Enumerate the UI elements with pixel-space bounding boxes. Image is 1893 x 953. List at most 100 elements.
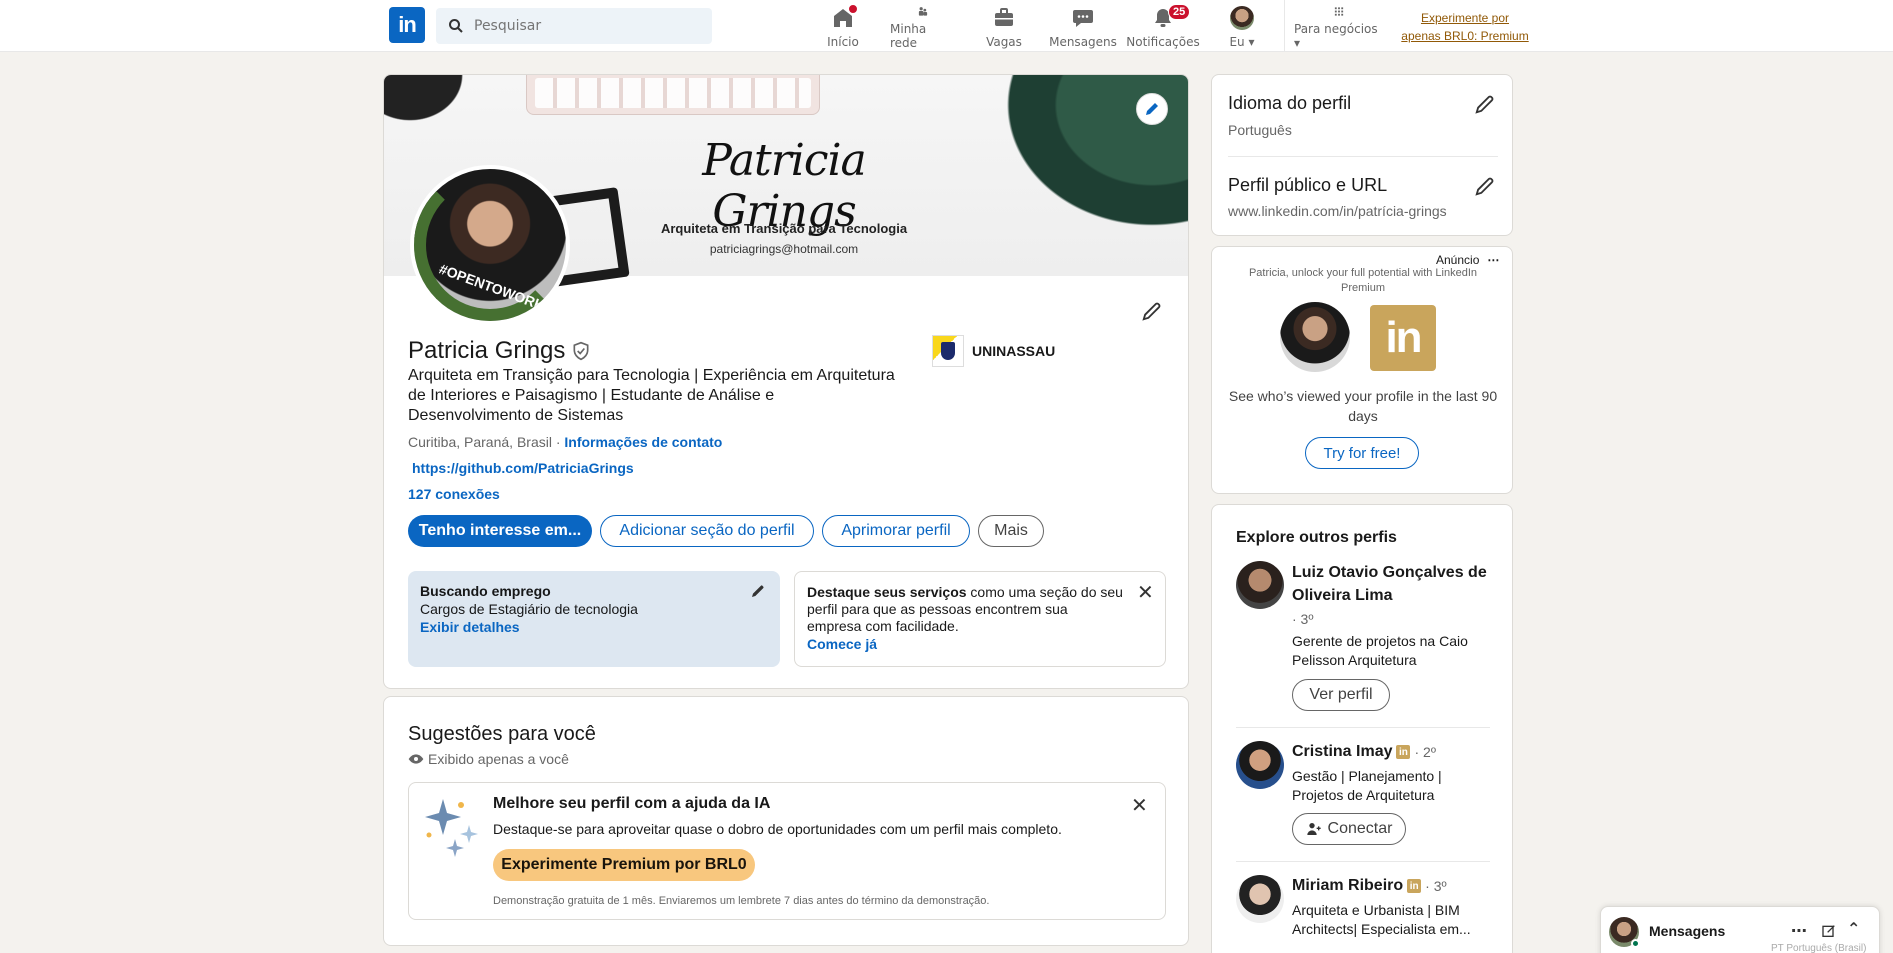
nav-messaging[interactable]: Mensagens (1049, 4, 1117, 50)
connect-button[interactable]: Conectar (1292, 813, 1406, 845)
location-text: Curitiba, Paraná, Brasil · (408, 434, 561, 450)
more-button[interactable]: Mais (978, 515, 1044, 547)
add-person-icon (1306, 823, 1321, 835)
divider (1236, 861, 1490, 862)
nav-my-network-label: Minha rede (890, 22, 927, 50)
pencil-icon (1146, 103, 1158, 115)
ai-note: Demonstração gratuita de 1 mês. Enviarem… (493, 895, 990, 907)
ad-label-row: Anúncio ⋯ (1436, 253, 1499, 267)
person-title: Arquiteta e Urbanista | BIM Architects| … (1292, 902, 1471, 937)
suggestions-card: Sugestões para você Exibido apenas a voc… (383, 696, 1189, 946)
premium-line-2: apenas BRL0: Premium (1401, 29, 1529, 43)
linkedin-logo-icon[interactable]: in (389, 7, 425, 43)
ai-suggestion-card: Melhore seu perfil com a ajuda da IA Des… (408, 782, 1166, 920)
nav-my-network[interactable]: Minha rede (890, 4, 956, 50)
ad-line: Patricia, unlock your full potential wit… (1248, 267, 1478, 294)
open-to-work-card[interactable]: Buscando emprego Cargos de Estagiário de… (408, 571, 780, 667)
profile-settings-card: Idioma do perfil Português Perfil públic… (1211, 74, 1513, 236)
linkedin-premium-logo-icon: in (1370, 305, 1436, 371)
messaging-dock[interactable]: Mensagens ⋯ ⌃ PT Português (Brasil) (1600, 906, 1880, 953)
nav-me[interactable]: Eu ▾ (1222, 4, 1262, 50)
try-for-free-button[interactable]: Try for free! (1305, 437, 1419, 469)
compose-icon[interactable] (1821, 923, 1837, 939)
connections-link[interactable]: 127 conexões (408, 486, 500, 502)
sparkle-icon (425, 799, 478, 857)
chevron-up-icon[interactable]: ⌃ (1847, 919, 1860, 938)
chat-icon (1073, 10, 1093, 27)
nav-for-business-label: Para negócios ▾ (1294, 22, 1378, 50)
person-avatar[interactable] (1236, 875, 1284, 923)
cover-subtitle: Arquiteta em Transição para Tecnologia (660, 221, 908, 236)
language-footer: PT Português (Brasil) (1771, 943, 1867, 953)
person-avatar[interactable] (1236, 561, 1284, 609)
person-name-row: Miriam Ribeiro in · 3º (1292, 877, 1447, 895)
premium-badge-icon: in (1407, 879, 1422, 893)
person-name[interactable]: Cristina Imay (1292, 743, 1392, 761)
search-bar[interactable] (436, 8, 712, 44)
ai-text: Destaque-se para aproveitar quase o dobr… (493, 821, 1062, 837)
eye-icon (408, 754, 424, 764)
person-name[interactable]: Miriam Ribeiro (1292, 877, 1403, 895)
school-link[interactable]: UNINASSAU (932, 335, 1055, 367)
nav-messaging-label: Mensagens (1049, 35, 1117, 49)
person-degree: · 3º (1292, 611, 1314, 627)
edit-intro-button[interactable] (1136, 295, 1168, 327)
close-icon[interactable]: ✕ (1137, 580, 1154, 604)
nav-notifications[interactable]: Notificações 25 (1126, 4, 1200, 50)
nav-jobs[interactable]: Vagas (980, 4, 1028, 50)
briefcase-icon (995, 8, 1013, 26)
pencil-icon[interactable] (1474, 175, 1496, 197)
enhance-profile-button[interactable]: Aprimorar perfil (822, 515, 970, 547)
grid-apps-icon (1334, 7, 1344, 16)
view-profile-button[interactable]: Ver perfil (1292, 679, 1390, 711)
open-to-button[interactable]: Tenho interesse em... (408, 515, 592, 547)
more-options-icon[interactable]: ⋯ (1487, 253, 1499, 267)
school-name: UNINASSAU (972, 343, 1056, 359)
person-title: Gestão | Planejamento | Projetos de Arqu… (1292, 768, 1442, 803)
pencil-icon[interactable] (750, 583, 766, 599)
edit-cover-button[interactable] (1136, 93, 1168, 125)
messaging-label: Mensagens (1649, 923, 1726, 939)
more-options-icon[interactable]: ⋯ (1791, 921, 1807, 940)
profile-language-value: Português (1228, 122, 1292, 138)
otw-title: Buscando emprego (420, 583, 551, 599)
profile-card: Patricia Grings Arquiteta em Transição p… (383, 74, 1189, 689)
verified-shield-icon[interactable] (571, 341, 591, 361)
notification-count-badge: 25 (1168, 4, 1191, 20)
public-profile-title: Perfil público e URL (1228, 175, 1388, 195)
add-profile-section-button[interactable]: Adicionar seção do perfil (600, 515, 814, 547)
pencil-icon (1142, 302, 1161, 321)
ad-text: See who’s viewed your profile in the las… (1228, 388, 1498, 424)
school-logo-icon (932, 335, 964, 367)
try-premium-button[interactable]: Experimente Premium por BRL0 (493, 849, 755, 881)
profile-name: Patricia Grings (408, 337, 566, 364)
pencil-icon[interactable] (1474, 93, 1496, 115)
nav-divider (1284, 0, 1285, 52)
close-icon[interactable]: ✕ (1131, 793, 1148, 817)
services-bold: Destaque seus serviços (807, 584, 967, 600)
person-name[interactable]: Luiz Otavio Gonçalves de Oliveira Lima (1292, 561, 1490, 607)
services-start-link[interactable]: Comece já (807, 636, 1125, 652)
premium-trial-link[interactable]: Experimente por apenas BRL0: Premium (1390, 9, 1540, 45)
services-text: Destaque seus serviços como uma seção do… (807, 584, 1125, 635)
location-row: Curitiba, Paraná, Brasil · Informações d… (408, 434, 722, 450)
website-link[interactable]: https://github.com/PatriciaGrings (412, 460, 634, 476)
person-name-row: Cristina Imay in · 2º (1292, 743, 1436, 761)
person-avatar[interactable] (1236, 741, 1284, 789)
explore-profiles-card: Explore outros perfis Luiz Otavio Gonçal… (1211, 504, 1513, 953)
nav-for-business[interactable]: Para negócios ▾ (1294, 4, 1384, 50)
otw-details-link[interactable]: Exibir detalhes (420, 619, 768, 635)
contact-info-link[interactable]: Informações de contato (564, 434, 722, 450)
people-icon (918, 7, 928, 16)
user-avatar (1230, 6, 1254, 30)
ai-title: Melhore seu perfil com a ajuda da IA (493, 795, 771, 812)
online-status-dot (1631, 939, 1640, 948)
nav-home[interactable]: Início (818, 4, 868, 50)
notification-dot (848, 4, 858, 14)
profile-photo[interactable]: #OPENTOWORK (410, 165, 570, 325)
caret-down-icon: ▾ (1294, 36, 1301, 50)
caret-down-icon: ▾ (1248, 35, 1255, 49)
search-input[interactable] (474, 18, 674, 34)
connect-label: Conectar (1327, 820, 1393, 837)
otw-roles: Cargos de Estagiário de tecnologia (420, 601, 638, 617)
